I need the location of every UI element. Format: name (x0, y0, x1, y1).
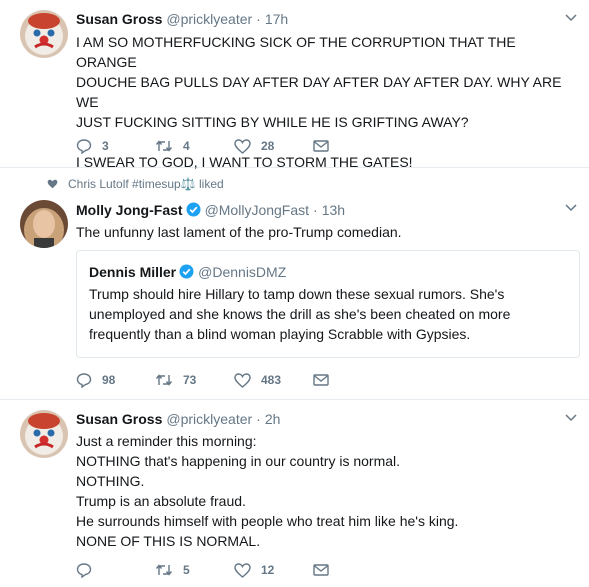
heart-icon (234, 372, 251, 388)
quoted-text: Trump should hire Hillary to tamp down t… (89, 284, 567, 344)
reply-button[interactable] (76, 562, 155, 578)
direct-message-button[interactable] (313, 374, 392, 386)
envelope-icon (313, 374, 329, 386)
retweet-icon (155, 140, 173, 152)
text-line: Trump should hire Hillary to tamp down t… (89, 286, 505, 302)
reply-icon (76, 563, 92, 578)
social-context-text[interactable]: Chris Lutolf #timesup⚖️ liked (68, 177, 224, 191)
text-line: DOUCHE BAG PULLS DAY AFTER DAY AFTER DAY… (76, 74, 562, 110)
like-button[interactable]: 12 (234, 562, 313, 578)
tweet-text: Just a reminder this morning: NOTHING th… (76, 431, 579, 551)
text-line: I AM SO MOTHERFUCKING SICK OF THE CORRUP… (76, 34, 516, 70)
timestamp[interactable]: 2h (265, 410, 281, 428)
text-line: Just a reminder this morning: (76, 433, 257, 449)
author-handle[interactable]: @pricklyeater (166, 410, 252, 428)
envelope-icon (313, 564, 329, 576)
tweet-actions: 5 12 (76, 562, 392, 578)
chevron-down-icon[interactable] (565, 204, 577, 212)
tweet-actions: 98 73 483 (76, 372, 392, 388)
text-line: NONE OF THIS IS NORMAL. (76, 533, 261, 549)
reply-count: 98 (102, 373, 116, 387)
retweet-count: 4 (183, 139, 190, 153)
social-context: Chris Lutolf #timesup⚖️ liked (47, 177, 224, 191)
timestamp[interactable]: 13h (322, 201, 345, 219)
reply-count: 3 (102, 139, 109, 153)
author-name[interactable]: Susan Gross (76, 410, 162, 428)
envelope-icon (313, 140, 329, 152)
quoted-tweet[interactable]: Dennis Miller @DennisDMZ Trump should hi… (76, 250, 580, 358)
retweet-button[interactable]: 73 (155, 373, 234, 387)
retweet-icon (155, 564, 173, 576)
direct-message-button[interactable] (313, 140, 392, 152)
like-button[interactable]: 28 (234, 138, 313, 154)
chevron-down-icon[interactable] (565, 14, 577, 22)
heart-icon (234, 138, 251, 154)
verified-badge-icon (186, 202, 201, 217)
avatar[interactable] (20, 410, 68, 458)
heart-icon (47, 179, 58, 189)
avatar[interactable] (20, 200, 68, 248)
quoted-author-handle: @DennisDMZ (198, 264, 287, 280)
like-count: 28 (261, 139, 275, 153)
retweet-count: 5 (183, 563, 190, 577)
separator: · (256, 411, 261, 427)
like-count: 483 (261, 373, 282, 387)
retweet-count: 73 (183, 373, 197, 387)
retweet-button[interactable]: 5 (155, 563, 234, 577)
text-line: NOTHING that's happening in our country … (76, 453, 401, 469)
avatar[interactable] (20, 10, 68, 58)
tweet[interactable]: Chris Lutolf #timesup⚖️ liked Molly Jong… (0, 168, 589, 400)
tweet[interactable]: Susan Gross @pricklyeater · 17h I AM SO … (0, 0, 589, 170)
direct-message-button[interactable] (313, 564, 392, 576)
retweet-button[interactable]: 4 (155, 139, 234, 153)
author-handle[interactable]: @MollyJongFast (205, 201, 309, 219)
timestamp[interactable]: 17h (265, 10, 288, 28)
reply-icon (76, 373, 92, 388)
chevron-down-icon[interactable] (565, 414, 577, 422)
text-line: He surrounds himself with people who tre… (76, 513, 459, 529)
like-count: 12 (261, 563, 275, 577)
reply-button[interactable]: 3 (76, 138, 155, 154)
text-line: JUST FUCKING SITTING BY WHILE HE IS GRIF… (76, 114, 469, 130)
text-line: NOTHING. (76, 473, 145, 489)
retweet-icon (155, 374, 173, 386)
author-name[interactable]: Molly Jong-Fast (76, 201, 183, 219)
tweet-text: The unfunny last lament of the pro-Trump… (76, 224, 402, 240)
verified-badge-icon (179, 264, 194, 279)
quoted-author-name: Dennis Miller (89, 264, 177, 280)
tweet-actions: 3 4 28 (76, 138, 392, 154)
reply-icon (76, 139, 92, 154)
tweet[interactable]: Susan Gross @pricklyeater · 2h Just a re… (0, 400, 589, 587)
reply-button[interactable]: 98 (76, 372, 155, 388)
like-button[interactable]: 483 (234, 372, 313, 388)
author-name[interactable]: Susan Gross (76, 10, 162, 28)
text-line: Trump is an absolute fraud. (76, 493, 246, 509)
separator: · (256, 11, 261, 27)
text-line: frequently than a blind woman playing Sc… (89, 326, 471, 342)
text-line: unemployed and she knows the drill as sh… (89, 306, 511, 322)
author-handle[interactable]: @pricklyeater (166, 10, 252, 28)
heart-icon (234, 562, 251, 578)
separator: · (313, 202, 318, 218)
